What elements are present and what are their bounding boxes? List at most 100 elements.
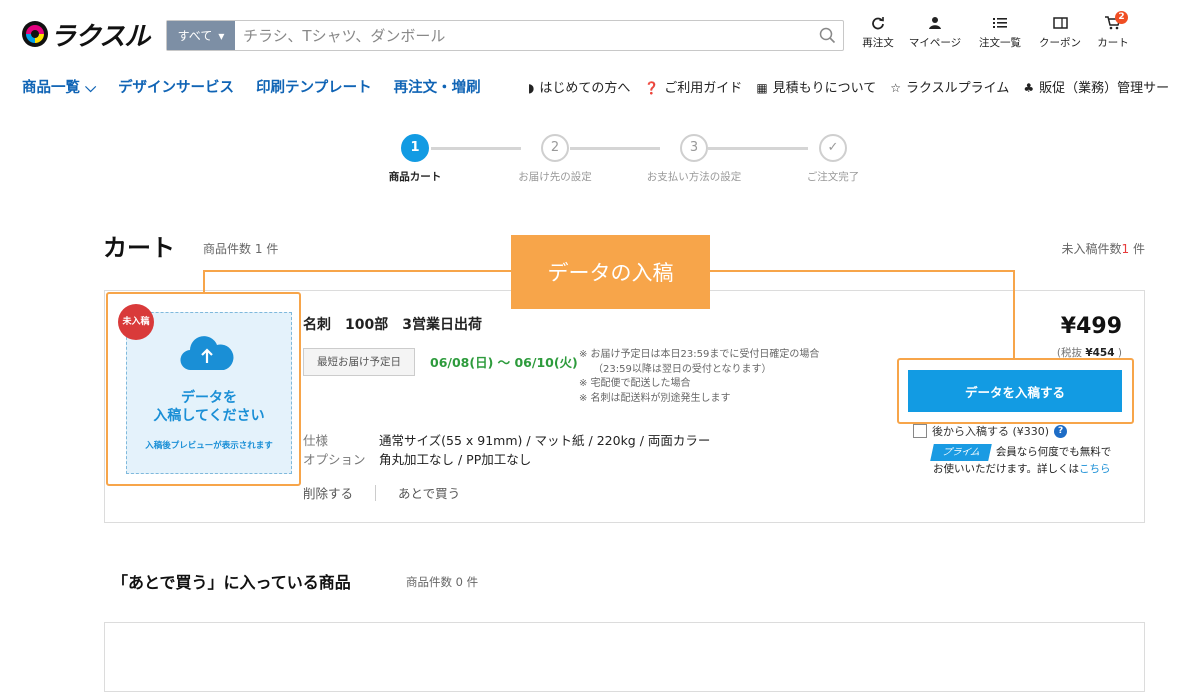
- item-actions: 削除する あとで買う: [303, 483, 460, 502]
- help-icon[interactable]: ?: [1054, 424, 1068, 438]
- sub-nav-beginners[interactable]: ◗ はじめての方へ: [528, 77, 630, 96]
- nav-mypage-label: マイページ: [908, 37, 962, 49]
- prime-info: プライム 会員なら何度でも無料で お使いいただけます。詳しくはこちら: [930, 444, 1112, 478]
- step-label: お届け先の設定: [518, 171, 592, 183]
- sub-nav-guide-label: ご利用ガイド: [664, 81, 743, 96]
- product-name: 名刺 100部 3営業日出荷: [303, 317, 482, 333]
- nav-design-service-link[interactable]: デザインサービス: [118, 76, 234, 97]
- nav-print-template-link[interactable]: 印刷テンプレート: [256, 76, 372, 97]
- step-cart: 1 商品カート: [355, 134, 475, 184]
- upload-data-button[interactable]: データを入稿する: [908, 370, 1122, 412]
- sub-nav-prime-label: ラクスルプライム: [906, 81, 1010, 96]
- search-button[interactable]: [811, 21, 843, 50]
- cloud-upload-icon: [180, 336, 234, 371]
- nav-reorder[interactable]: 再注文: [848, 16, 908, 50]
- check-icon: ✓: [819, 134, 847, 162]
- item-price: ¥499: [1060, 314, 1122, 339]
- step-number: 1: [401, 134, 429, 162]
- callout-label: データの入稿: [511, 235, 710, 309]
- step-number: 3: [680, 134, 708, 162]
- cart-count-value: 1: [254, 242, 263, 256]
- shield-icon: ◗: [528, 81, 535, 95]
- step-label: お支払い方法の設定: [646, 171, 742, 183]
- upload-preview-title-line1: データを: [181, 390, 237, 406]
- spec-value: 通常サイズ(55 x 91mm) / マット紙 / 220kg / 両面カラー: [379, 433, 711, 448]
- sub-nav-estimate-label: 見積もりについて: [772, 81, 877, 96]
- upload-preview[interactable]: データを 入稿してください 入稿後プレビューが表示されます: [126, 312, 292, 474]
- nav-orders[interactable]: 注文一覧: [970, 16, 1030, 50]
- step-number: 2: [541, 134, 569, 162]
- delivery-date: 06/08(日) ～ 06/10(火): [430, 355, 578, 370]
- search-bar: すべて ▾: [166, 20, 844, 51]
- nav-cart-label: カート: [1097, 37, 1129, 49]
- upload-later-checkbox[interactable]: [913, 424, 927, 438]
- prime-text-1: 会員なら何度でも無料で: [995, 446, 1112, 458]
- search-category-select[interactable]: すべて ▾: [167, 21, 235, 50]
- product-spec: 仕様 通常サイズ(55 x 91mm) / マット紙 / 220kg / 両面カラ…: [303, 431, 710, 469]
- upload-later-label: 後から入稿する (¥330): [932, 425, 1050, 438]
- pending-unit: 件: [1132, 242, 1145, 256]
- calculator-icon: ▦: [756, 81, 768, 95]
- nav-mypage[interactable]: マイページ: [905, 16, 965, 50]
- chevron-down-icon: ▾: [218, 28, 225, 43]
- checkout-steps: 1 商品カート 2 お届け先の設定 3 お支払い方法の設定 ✓ ご注文完了: [385, 134, 885, 194]
- upload-preview-title-line2: 入稿してください: [153, 408, 265, 424]
- step-payment: 3 お支払い方法の設定: [634, 134, 754, 184]
- sub-nav-guide[interactable]: ❓ ご利用ガイド: [644, 77, 742, 96]
- delivery-note: （23:59以降は翌日の受付となります）: [593, 363, 772, 375]
- list-icon: [993, 16, 1007, 34]
- saved-count-unit: 件: [466, 575, 479, 589]
- spec-label: 仕様: [303, 433, 329, 448]
- upload-later-option[interactable]: 後から入稿する (¥330) ?: [913, 423, 1068, 439]
- nav-cart[interactable]: 2 カート: [1083, 11, 1143, 50]
- search-category-label: すべて: [177, 29, 213, 43]
- callout-line-left: [203, 270, 512, 293]
- prime-text-2: お使いいただけます。詳しくは: [933, 463, 1079, 475]
- nav-coupon-label: クーポン: [1039, 37, 1081, 49]
- logo-mark-icon: [22, 21, 48, 47]
- saved-items-count: 商品件数 0 件: [406, 574, 478, 590]
- nav-products-link[interactable]: 商品一覧 ⌵: [22, 76, 96, 97]
- buy-later-button[interactable]: あとで買う: [398, 483, 460, 502]
- step-label: 商品カート: [388, 171, 442, 183]
- delivery-label: 最短お届け予定日: [303, 348, 415, 376]
- sub-nav-estimate[interactable]: ▦ 見積もりについて: [756, 77, 876, 96]
- upload-preview-title: データを 入稿してください: [127, 389, 291, 425]
- step-delivery: 2 お届け先の設定: [495, 134, 615, 184]
- option-row: オプション 角丸加工なし / PP加工なし: [303, 450, 710, 469]
- cart-item-count: 商品件数 1 件: [203, 240, 278, 257]
- cart-count-badge: 2: [1115, 11, 1128, 24]
- nav-reorder-label: 再注文: [862, 37, 894, 49]
- sub-nav-prime[interactable]: ☆ ラクスルプライム: [890, 77, 1009, 96]
- coupon-icon: [1052, 16, 1068, 34]
- nav-products-label: 商品一覧: [22, 80, 80, 96]
- saved-count-label: 商品件数: [406, 575, 452, 589]
- delivery-note: ※ 名刺は配送料が別途発生します: [579, 392, 731, 404]
- pending-upload-count: 未入稿件数1 件: [1062, 240, 1146, 257]
- step-complete: ✓ ご注文完了: [773, 134, 893, 184]
- sub-nav-management[interactable]: ♣ 販促（業務）管理サー: [1023, 77, 1169, 96]
- cart-count-unit: 件: [266, 242, 279, 256]
- delete-button[interactable]: 削除する: [303, 483, 353, 502]
- saved-items-list: [104, 622, 1145, 692]
- search-icon: [819, 27, 835, 44]
- saved-items-title: 「あとで買う」に入っている商品: [112, 573, 351, 592]
- sub-nav: ◗ はじめての方へ ❓ ご利用ガイド ▦ 見積もりについて ☆ ラクスルプライム ♣ 販促…: [528, 77, 1169, 96]
- nav-coupon[interactable]: クーポン: [1030, 16, 1090, 50]
- prime-details-link[interactable]: こちら: [1079, 463, 1111, 475]
- divider: [375, 484, 377, 501]
- spec-row: 仕様 通常サイズ(55 x 91mm) / マット紙 / 220kg / 両面カラ…: [303, 431, 710, 450]
- user-icon: [928, 16, 942, 34]
- header: ラクスル すべて ▾ 再注文 マイページ 注文一覧: [0, 0, 1200, 108]
- page-title: カート: [103, 234, 175, 262]
- prime-tag: プライム: [930, 444, 992, 461]
- delivery-notes: ※ お届け予定日は本日23:59までに受付日確定の場合 （23:59以降は翌日の…: [579, 348, 819, 406]
- nav-reorder-link[interactable]: 再注文・増刷: [394, 76, 481, 97]
- question-icon: ❓: [644, 81, 660, 95]
- pending-label: 未入稿件数: [1061, 242, 1122, 256]
- category-nav: 商品一覧 ⌵ デザインサービス 印刷テンプレート 再注文・増刷: [22, 76, 481, 97]
- logo[interactable]: ラクスル: [22, 18, 150, 52]
- delivery-note: ※ 宅配便で配送した場合: [579, 378, 691, 389]
- search-input[interactable]: [235, 21, 811, 50]
- sitemap-icon: ♣: [1023, 81, 1035, 95]
